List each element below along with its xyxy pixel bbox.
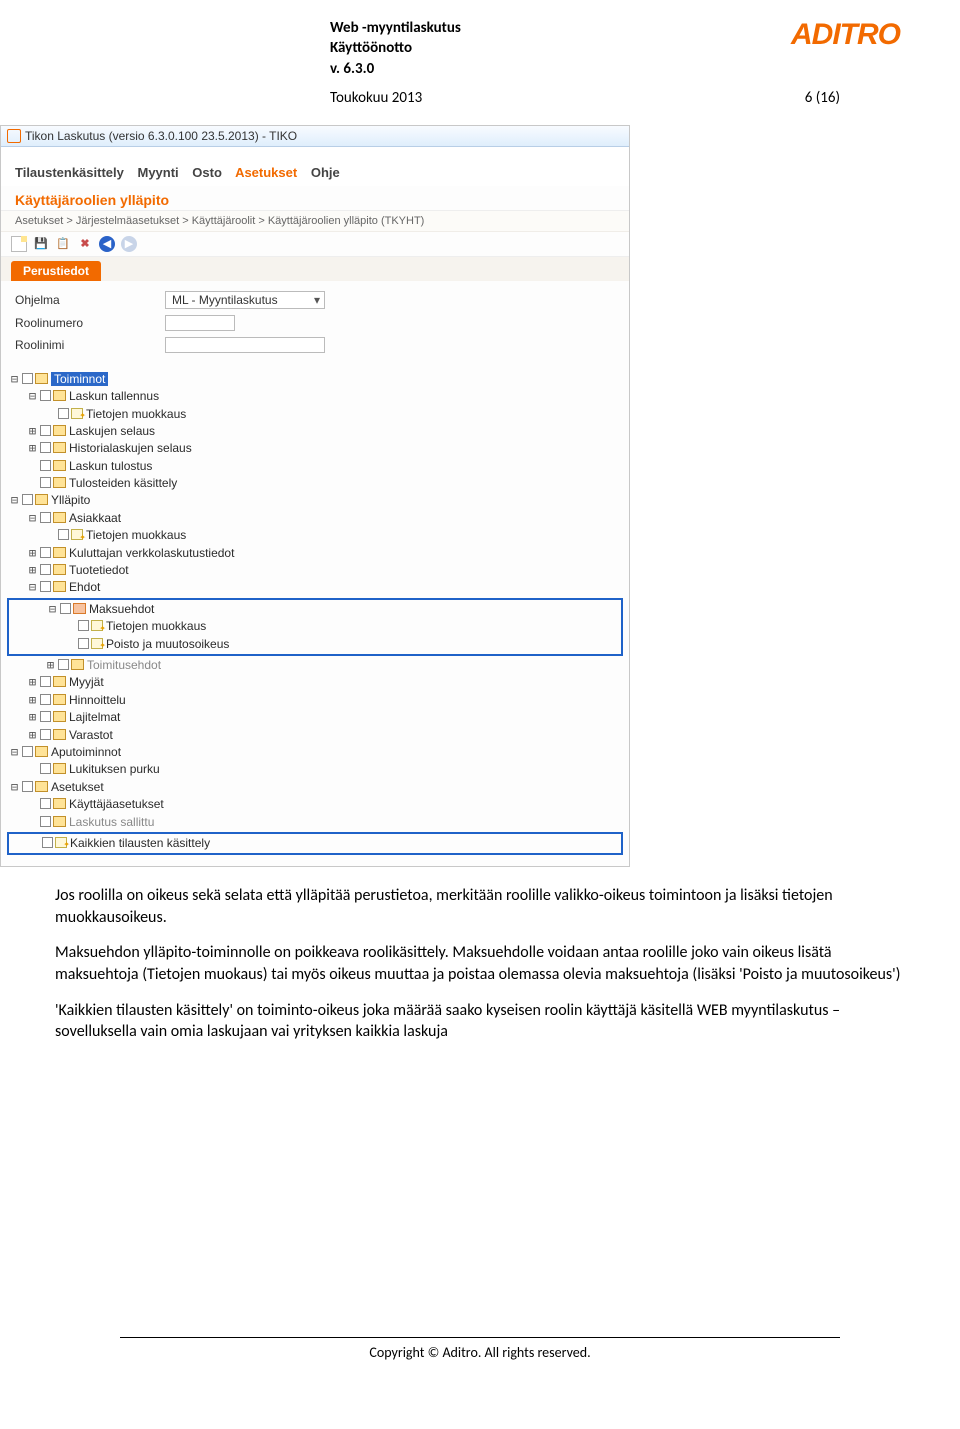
new-icon[interactable] bbox=[11, 236, 27, 252]
tree-varastot[interactable]: ⊞Varastot bbox=[9, 727, 621, 744]
tree-tietojen-muokkaus-2[interactable]: Tietojen muokkaus bbox=[9, 527, 621, 544]
doc-header: Web -myyntilaskutus Käyttöönotto v. 6.3.… bbox=[0, 0, 960, 85]
paragraph-3: 'Kaikkien tilausten käsittely' on toimin… bbox=[55, 1000, 905, 1043]
tab-perustiedot[interactable]: Perustiedot bbox=[11, 261, 101, 281]
copy-icon[interactable]: 📋 bbox=[55, 236, 71, 252]
menu-osto[interactable]: Osto bbox=[192, 165, 222, 180]
paragraph-2: Maksuehdon ylläpito-toiminnolle on poikk… bbox=[55, 942, 905, 985]
tree-toiminnot[interactable]: ⊟Toiminnot bbox=[9, 371, 621, 388]
doc-title-line1: Web -myyntilaskutus bbox=[330, 18, 461, 38]
input-roolinimi[interactable] bbox=[165, 337, 325, 353]
doc-header-left: Web -myyntilaskutus Käyttöönotto v. 6.3.… bbox=[330, 18, 461, 79]
menu-tilaustenkasittely[interactable]: Tilaustenkäsittely bbox=[15, 165, 124, 180]
highlight-kaikkien-tilausten: Kaikkien tilausten käsittely bbox=[7, 832, 623, 855]
tree-lajitelmat[interactable]: ⊞Lajitelmat bbox=[9, 709, 621, 726]
tree-asiakkaat[interactable]: ⊟Asiakkaat bbox=[9, 510, 621, 527]
back-icon[interactable]: ◀ bbox=[99, 236, 115, 252]
footer: Copyright © Aditro. All rights reserved. bbox=[0, 1097, 960, 1391]
label-roolinimi: Roolinimi bbox=[15, 338, 165, 352]
tree-aputoiminnot[interactable]: ⊟Aputoiminnot bbox=[9, 744, 621, 761]
tab-bar: Perustiedot bbox=[1, 257, 629, 281]
label-ohjelma: Ohjelma bbox=[15, 293, 165, 307]
doc-title-line3: v. 6.3.0 bbox=[330, 59, 461, 79]
tree-maksuehdot[interactable]: ⊟Maksuehdot bbox=[11, 601, 619, 618]
menu-asetukset[interactable]: Asetukset bbox=[235, 165, 297, 180]
tree-tietojen-muokkaus-3[interactable]: Tietojen muokkaus bbox=[11, 618, 619, 635]
highlight-maksuehdot-group: ⊟Maksuehdot Tietojen muokkaus Poisto ja … bbox=[7, 598, 623, 656]
body-text: Jos roolilla on oikeus sekä selata että … bbox=[0, 885, 960, 1097]
tree-historialaskujen-selaus[interactable]: ⊞Historialaskujen selaus bbox=[9, 440, 621, 457]
delete-icon[interactable]: ✖ bbox=[77, 236, 93, 252]
aditro-logo: ADITRO bbox=[791, 18, 900, 52]
tree-ehdot[interactable]: ⊟Ehdot bbox=[9, 579, 621, 596]
doc-date: Toukokuu 2013 bbox=[330, 89, 422, 107]
save-icon[interactable]: 💾 bbox=[33, 236, 49, 252]
breadcrumb: Asetukset > Järjestelmäasetukset > Käytt… bbox=[1, 211, 629, 232]
tree-poisto-ja-muutosoikeus[interactable]: Poisto ja muutosoikeus bbox=[11, 636, 619, 653]
app-icon bbox=[7, 129, 21, 143]
tree-yllapito[interactable]: ⊟Ylläpito bbox=[9, 492, 621, 509]
window-titlebar: Tikon Laskutus (versio 6.3.0.100 23.5.20… bbox=[1, 126, 629, 147]
tree-laskun-tulostus[interactable]: Laskun tulostus bbox=[9, 458, 621, 475]
menu-myynti[interactable]: Myynti bbox=[138, 165, 179, 180]
tree-asetukset[interactable]: ⊟Asetukset bbox=[9, 779, 621, 796]
tree-laskutus-sallittu[interactable]: Laskutus sallittu bbox=[9, 814, 621, 831]
copyright: Copyright © Aditro. All rights reserved. bbox=[369, 1344, 590, 1361]
form-area: Ohjelma ML - Myyntilaskutus Roolinumero … bbox=[1, 281, 629, 367]
tree-tulosteiden-kasittely[interactable]: Tulosteiden käsittely bbox=[9, 475, 621, 492]
doc-subheader: Toukokuu 2013 6 (16) bbox=[0, 85, 960, 125]
toolbar: 💾 📋 ✖ ◀ ▶ bbox=[1, 232, 629, 257]
label-roolinumero: Roolinumero bbox=[15, 316, 165, 330]
tree-laskun-tallennus[interactable]: ⊟Laskun tallennus bbox=[9, 388, 621, 405]
main-menu: Tilaustenkäsittely Myynti Osto Asetukset… bbox=[1, 147, 629, 186]
doc-page-number: 6 (16) bbox=[805, 89, 840, 107]
tree-laskujen-selaus[interactable]: ⊞Laskujen selaus bbox=[9, 423, 621, 440]
permissions-tree: ⊟Toiminnot ⊟Laskun tallennus Tietojen mu… bbox=[1, 367, 629, 867]
paragraph-1: Jos roolilla on oikeus sekä selata että … bbox=[55, 885, 905, 928]
tree-lukituksen-purku[interactable]: Lukituksen purku bbox=[9, 761, 621, 778]
app-screenshot: Tikon Laskutus (versio 6.3.0.100 23.5.20… bbox=[0, 125, 630, 868]
tree-tuotetiedot[interactable]: ⊞Tuotetiedot bbox=[9, 562, 621, 579]
select-ohjelma[interactable]: ML - Myyntilaskutus bbox=[165, 291, 325, 309]
doc-title-line2: Käyttöönotto bbox=[330, 38, 461, 58]
page-title: Käyttäjäroolien ylläpito bbox=[1, 186, 629, 211]
window-title: Tikon Laskutus (versio 6.3.0.100 23.5.20… bbox=[25, 129, 297, 143]
tree-toimitusehdot[interactable]: ⊞Toimitusehdot bbox=[9, 657, 621, 674]
menu-ohje[interactable]: Ohje bbox=[311, 165, 340, 180]
tree-kaikkien-tilausten-kasittely[interactable]: Kaikkien tilausten käsittely bbox=[11, 835, 619, 852]
tree-hinnoittelu[interactable]: ⊞Hinnoittelu bbox=[9, 692, 621, 709]
tree-tietojen-muokkaus-1[interactable]: Tietojen muokkaus bbox=[9, 406, 621, 423]
input-roolinumero[interactable] bbox=[165, 315, 235, 331]
forward-icon[interactable]: ▶ bbox=[121, 236, 137, 252]
tree-myyjat[interactable]: ⊞Myyjät bbox=[9, 674, 621, 691]
tree-kayttajaasetukset[interactable]: Käyttäjäasetukset bbox=[9, 796, 621, 813]
tree-kuluttajan-verkkolaskutustiedot[interactable]: ⊞Kuluttajan verkkolaskutustiedot bbox=[9, 545, 621, 562]
